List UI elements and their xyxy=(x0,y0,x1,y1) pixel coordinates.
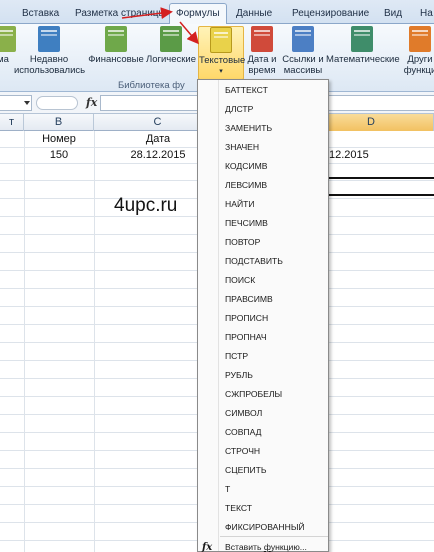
menu-item-povtor[interactable]: ПОВТОР xyxy=(198,233,328,252)
logical-book-icon xyxy=(160,26,182,52)
tab-more[interactable]: На xyxy=(420,6,433,24)
menu-item-propisn[interactable]: ПРОПИСН xyxy=(198,309,328,328)
insert-function-fx-icon[interactable]: fx xyxy=(86,96,97,109)
datetime-label-2: время xyxy=(248,65,276,76)
dropdown-arrow-icon: ▾ xyxy=(219,68,223,75)
recent-label-1: Недавно xyxy=(29,54,69,65)
text-functions-menu: БАТТЕКСТ ДЛСТР ЗАМЕНИТЬ ЗНАЧЕН КОДСИМВ Л… xyxy=(197,79,329,552)
financial-functions-button[interactable]: Финансовые xyxy=(88,26,144,80)
watermark-text: 4upc.ru xyxy=(114,195,178,216)
menu-item-levsimv[interactable]: ЛЕВСИМВ xyxy=(198,176,328,195)
math-functions-button[interactable]: Математические xyxy=(326,26,400,80)
menu-item-dlstr[interactable]: ДЛСТР xyxy=(198,100,328,119)
more-book-icon xyxy=(409,26,431,52)
menu-item-stsepit[interactable]: СЦЕПИТЬ xyxy=(198,461,328,480)
cell-b2[interactable]: 150 xyxy=(24,147,94,164)
logical-functions-button[interactable]: Логические xyxy=(144,26,198,80)
menu-item-poisk[interactable]: ПОИСК xyxy=(198,271,328,290)
ribbon-partial-label: ма xyxy=(0,54,9,65)
menu-item-pravsimv[interactable]: ПРАВСИМВ xyxy=(198,290,328,309)
name-box-dropdown-icon[interactable] xyxy=(24,101,30,105)
text-functions-button[interactable]: Текстовые ▾ xyxy=(198,26,246,80)
insert-function-accel: ф xyxy=(263,542,271,552)
fx-icon: fx xyxy=(202,542,213,552)
menu-insert-function[interactable]: fx Вставить функцию... xyxy=(198,538,328,552)
menu-item-tekst[interactable]: ТЕКСТ xyxy=(198,499,328,518)
menu-item-zamenit[interactable]: ЗАМЕНИТЬ xyxy=(198,119,328,138)
text-label: Текстовые xyxy=(199,55,246,66)
tab-formulas[interactable]: Формулы xyxy=(169,3,227,25)
menu-item-rubl[interactable]: РУБЛЬ xyxy=(198,366,328,385)
menu-item-battext[interactable]: БАТТЕКСТ xyxy=(198,81,328,100)
lookup-book-icon xyxy=(292,26,314,52)
menu-item-simvol[interactable]: СИМВОЛ xyxy=(198,404,328,423)
menu-item-pechsimv[interactable]: ПЕЧСИМВ xyxy=(198,214,328,233)
column-header-a[interactable]: т xyxy=(0,114,24,131)
insert-function-text-1: Вставить xyxy=(225,542,264,552)
more-label-2: функци xyxy=(403,65,434,76)
menu-item-kodsimv[interactable]: КОДСИМВ xyxy=(198,157,328,176)
menu-item-nayti[interactable]: НАЙТИ xyxy=(198,195,328,214)
cell-d2[interactable]: 12.2015 xyxy=(329,147,389,164)
tab-data[interactable]: Данные xyxy=(236,6,272,24)
menu-separator xyxy=(220,536,328,537)
cell-b1[interactable]: Номер xyxy=(24,131,94,148)
menu-item-propnach[interactable]: ПРОПНАЧ xyxy=(198,328,328,347)
math-label: Математические xyxy=(326,54,400,65)
logical-label: Логические xyxy=(145,54,197,65)
formula-bar-controls xyxy=(36,96,78,110)
cell-border-line xyxy=(329,177,434,179)
insert-function-text-2: ункцию... xyxy=(270,542,307,552)
column-header-b[interactable]: B xyxy=(24,114,94,131)
lookup-functions-button[interactable]: Ссылки и массивы xyxy=(281,26,325,80)
menu-item-znachen[interactable]: ЗНАЧЕН xyxy=(198,138,328,157)
tab-view[interactable]: Вид xyxy=(384,6,402,24)
math-book-icon xyxy=(351,26,373,52)
menu-item-fiksirovanny[interactable]: ФИКСИРОВАННЫЙ xyxy=(198,518,328,537)
text-book-icon xyxy=(210,27,232,53)
tab-review[interactable]: Рецензирование xyxy=(292,6,369,24)
datetime-book-icon xyxy=(251,26,273,52)
recent-functions-button[interactable]: Недавно использовались xyxy=(14,26,86,80)
menu-item-podstavit[interactable]: ПОДСТАВИТЬ xyxy=(198,252,328,271)
datetime-functions-button[interactable]: Дата и время xyxy=(244,26,280,80)
cell-border-line xyxy=(329,194,434,196)
finance-label: Финансовые xyxy=(88,54,144,65)
menu-item-t[interactable]: Т xyxy=(198,480,328,499)
finance-book-icon xyxy=(105,26,127,52)
menu-item-szhprobely[interactable]: СЖПРОБЕЛЫ xyxy=(198,385,328,404)
menu-item-sovpad[interactable]: СОВПАД xyxy=(198,423,328,442)
lookup-label-2: массивы xyxy=(283,65,323,76)
datetime-label-1: Дата и xyxy=(247,54,277,65)
excel-window: Вставка Разметка страницы Формулы Данные… xyxy=(0,0,434,552)
ribbon-partial-button[interactable]: ма xyxy=(0,26,16,80)
recent-book-icon xyxy=(38,26,60,52)
more-functions-button[interactable]: Други функци xyxy=(400,26,434,80)
tab-page-layout[interactable]: Разметка страницы xyxy=(75,6,166,24)
lookup-label-1: Ссылки и xyxy=(282,54,324,65)
function-library-group-label: Библиотека фу xyxy=(118,80,185,91)
more-label-1: Други xyxy=(407,54,433,65)
recent-label-2: использовались xyxy=(14,65,86,76)
menu-item-pstr[interactable]: ПСТР xyxy=(198,347,328,366)
tab-insert[interactable]: Вставка xyxy=(22,6,59,24)
ribbon-tab-strip: Вставка Разметка страницы Формулы Данные… xyxy=(0,0,434,25)
menu-item-strochn[interactable]: СТРОЧН xyxy=(198,442,328,461)
